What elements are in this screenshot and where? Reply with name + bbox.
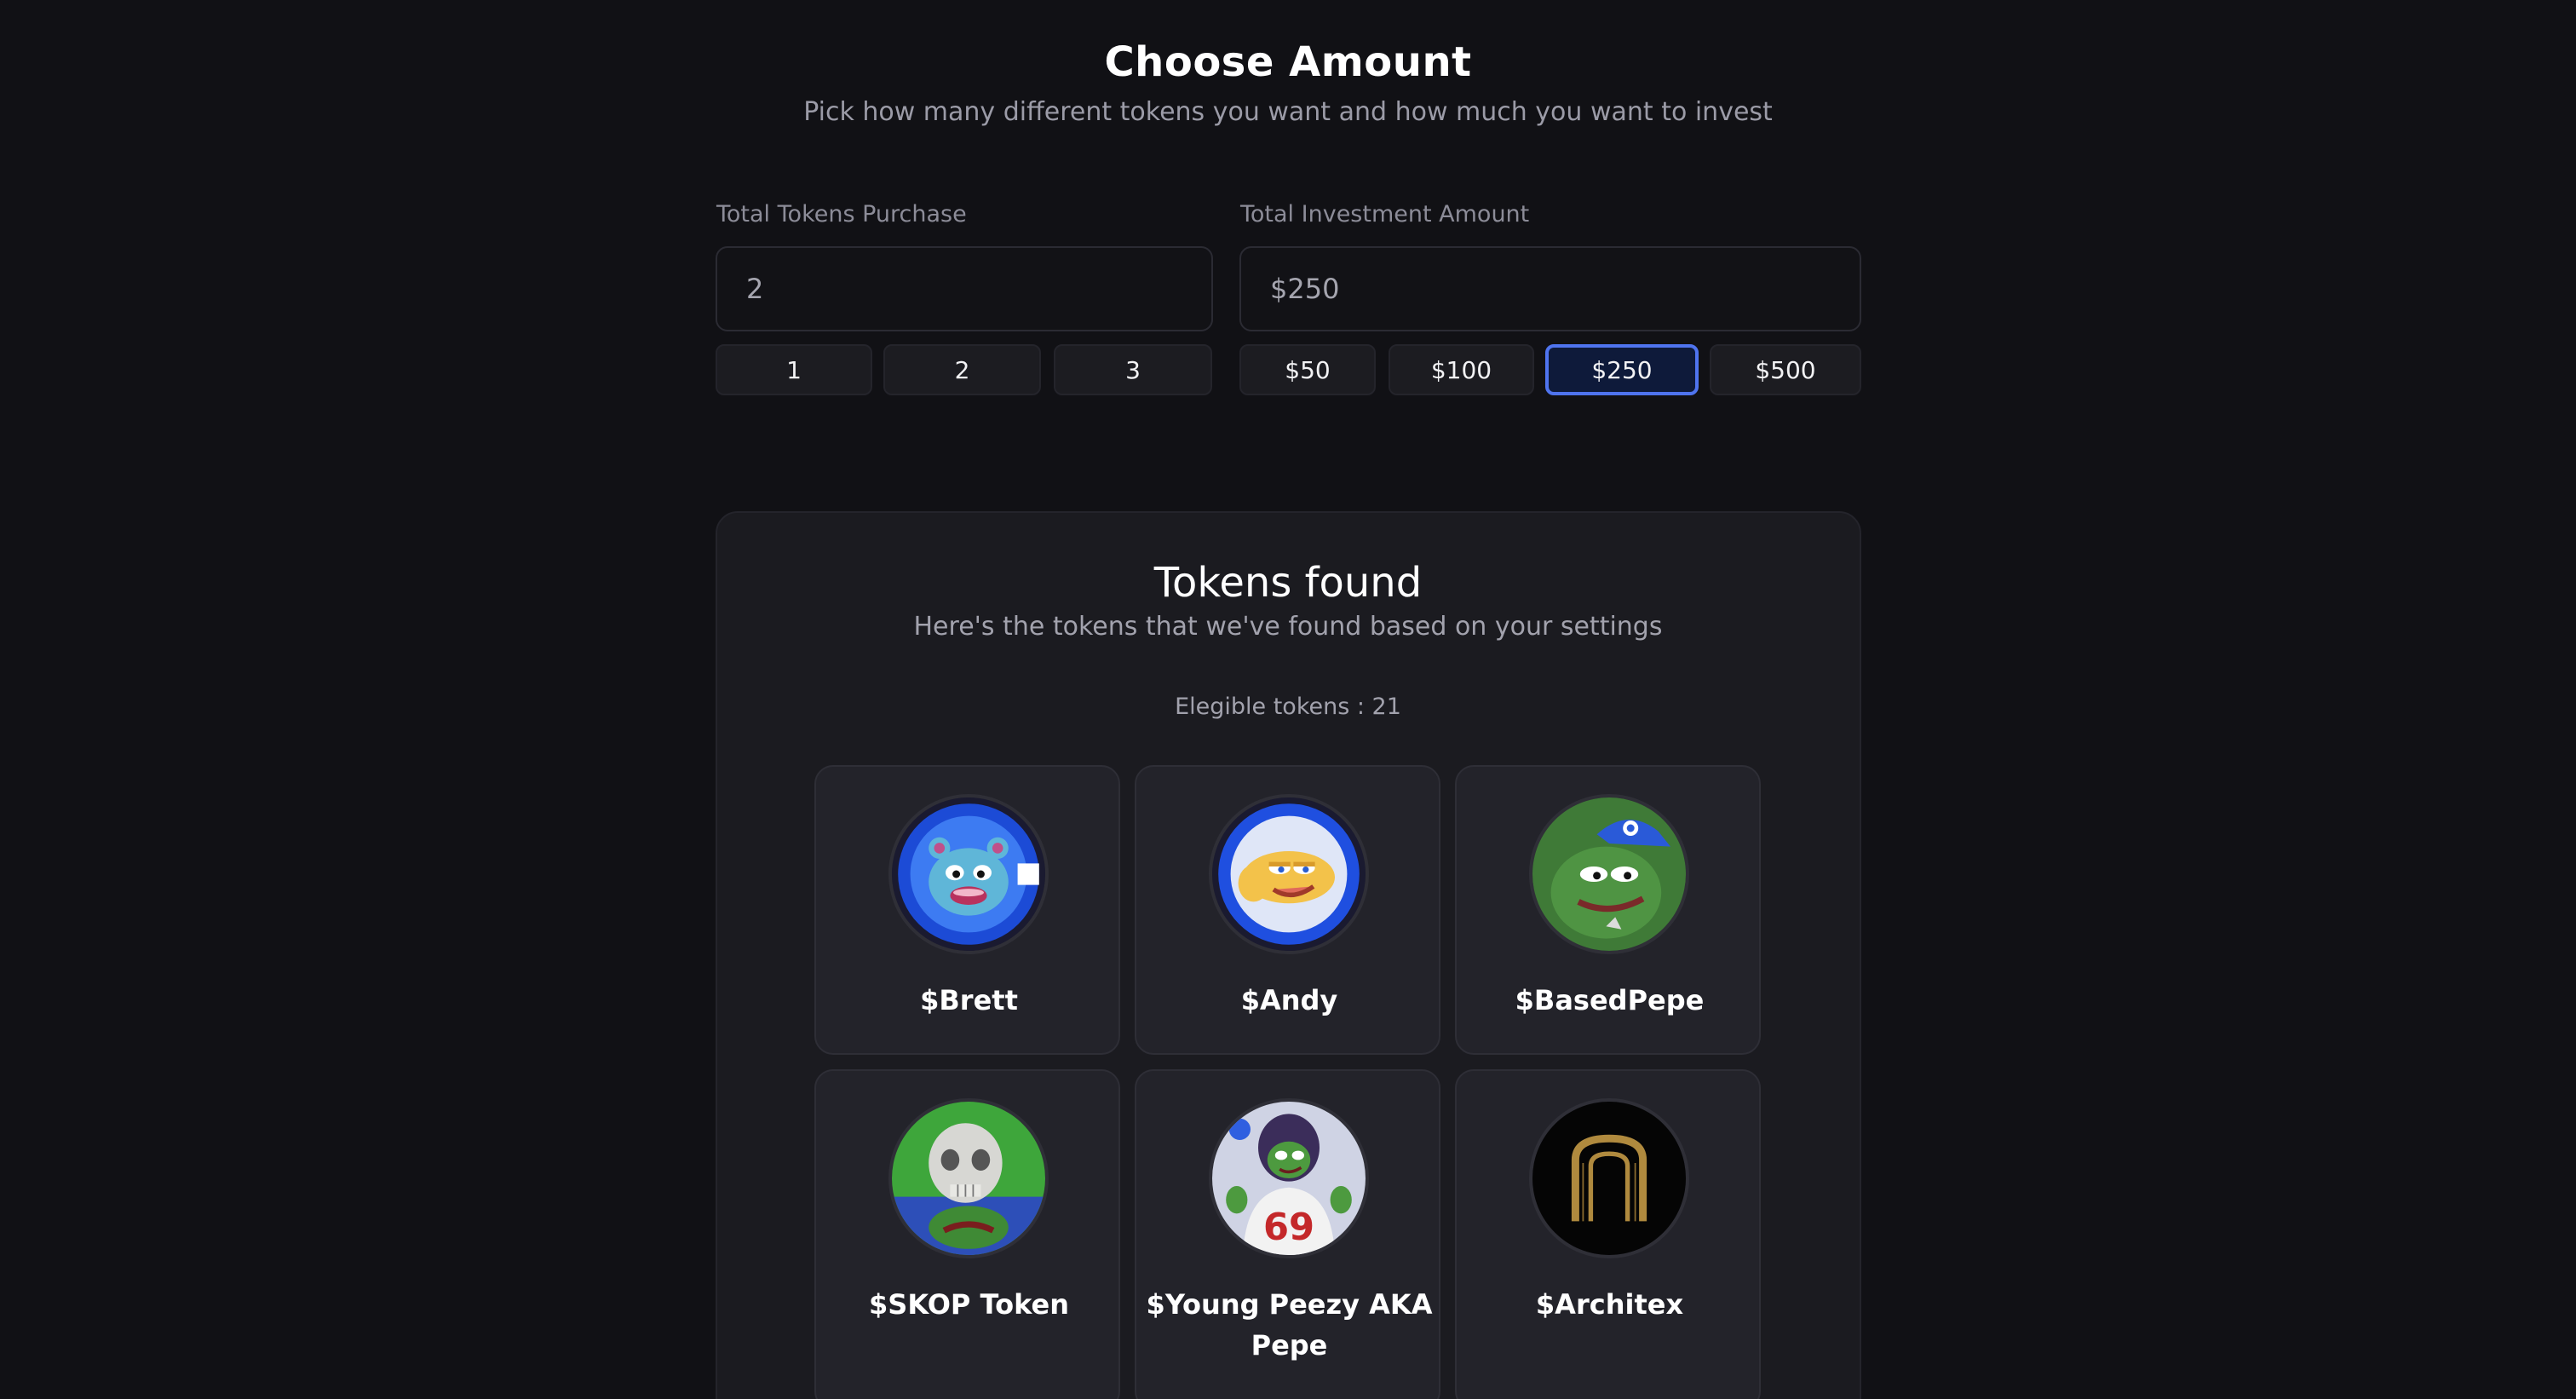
token-name: $Andy xyxy=(1240,984,1338,1016)
page-title: Choose Amount xyxy=(1104,38,1472,86)
investment-option-500[interactable]: $500 xyxy=(1710,344,1861,395)
tokens-option-1[interactable]: 1 xyxy=(716,344,872,395)
tokens-found-subtitle: Here's the tokens that we've found based… xyxy=(913,612,1663,642)
header: Choose Amount Pick how many different to… xyxy=(0,34,2576,127)
token-name: $Brett xyxy=(920,984,1018,1016)
investment-input[interactable] xyxy=(1270,273,1831,305)
investment-option-100[interactable]: $100 xyxy=(1389,344,1534,395)
token-name: $Architex xyxy=(1535,1288,1684,1321)
investment-option-250[interactable]: $250 xyxy=(1545,344,1699,395)
svg-text:69: 69 xyxy=(1263,1206,1314,1249)
architex-avatar-icon xyxy=(1529,1098,1689,1258)
basedpepe-avatar-icon xyxy=(1529,794,1689,954)
page: Choose Amount Pick how many different to… xyxy=(0,0,2576,1399)
tokens-count-label: Total Tokens Purchase xyxy=(716,201,967,227)
young-peezy-avatar-icon: 69 xyxy=(1209,1098,1369,1258)
token-card-brett[interactable]: $Brett xyxy=(814,765,1120,1055)
investment-label: Total Investment Amount xyxy=(1240,201,1530,227)
andy-avatar-icon xyxy=(1209,794,1369,954)
token-name: $BasedPepe xyxy=(1515,984,1705,1016)
tokens-count-input[interactable] xyxy=(746,273,1182,305)
tokens-found-title: Tokens found xyxy=(1153,559,1423,607)
token-card-basedpepe[interactable]: $BasedPepe xyxy=(1455,765,1761,1055)
investment-option-50[interactable]: $50 xyxy=(1239,344,1376,395)
page-subtitle: Pick how many different tokens you want … xyxy=(803,97,1773,127)
skop-avatar-icon xyxy=(888,1098,1049,1258)
token-card-young-peezy[interactable]: 69 $Young Peezy AKA Pepe xyxy=(1135,1069,1440,1399)
token-card-skop[interactable]: $SKOP Token xyxy=(814,1069,1120,1399)
investment-field[interactable] xyxy=(1239,246,1861,331)
tokens-option-3[interactable]: 3 xyxy=(1054,344,1212,395)
token-card-andy[interactable]: $Andy xyxy=(1135,765,1440,1055)
token-name: $SKOP Token xyxy=(869,1288,1069,1321)
token-card-architex[interactable]: $Architex xyxy=(1455,1069,1761,1399)
tokens-count-field[interactable] xyxy=(716,246,1213,331)
brett-avatar-icon xyxy=(888,794,1049,954)
eligible-tokens-count: Elegible tokens : 21 xyxy=(1175,694,1401,720)
tokens-option-2[interactable]: 2 xyxy=(883,344,1041,395)
token-name: $Young Peezy AKA Pepe xyxy=(1146,1288,1433,1362)
